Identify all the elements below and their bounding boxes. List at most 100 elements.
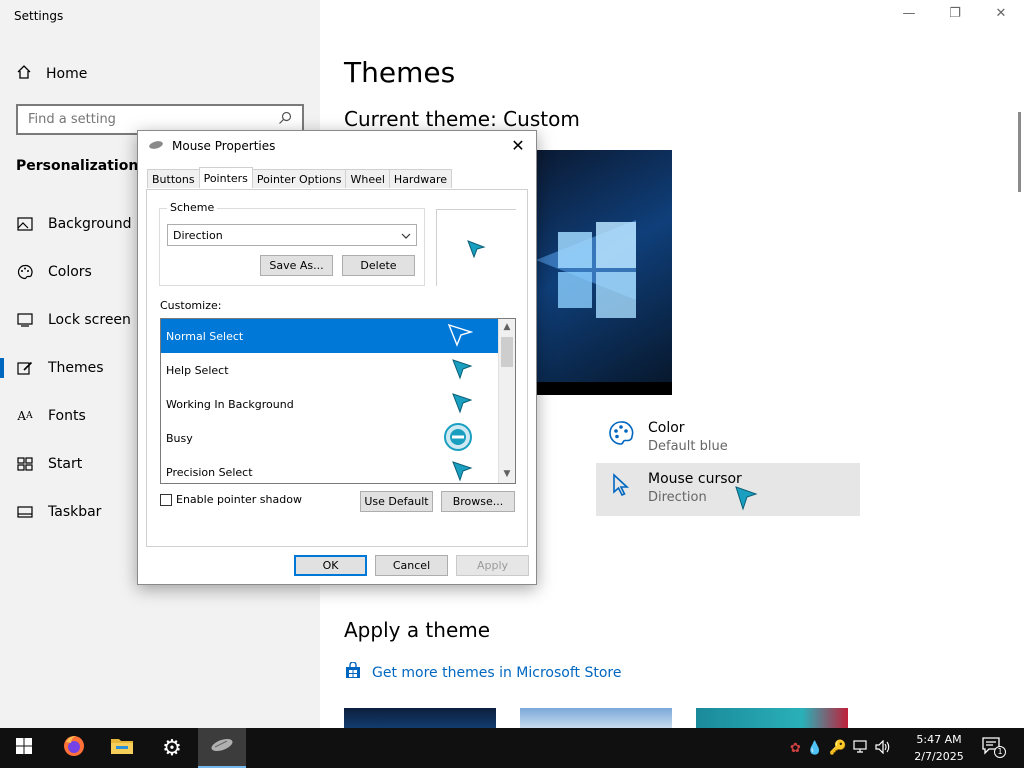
- pointer-list-scrollbar[interactable]: ▲ ▼: [498, 319, 515, 483]
- search-input[interactable]: [28, 112, 258, 127]
- app-title: Settings: [14, 9, 64, 23]
- list-item[interactable]: Busy: [161, 421, 498, 455]
- scrollbar-thumb[interactable]: [501, 337, 513, 367]
- direction-cursor-icon: [734, 485, 758, 515]
- mouse-properties-dialog: Mouse Properties ✕ Buttons Pointers Poin…: [137, 130, 537, 585]
- cursor-icon: [608, 471, 634, 501]
- color-option-value: Default blue: [648, 439, 728, 454]
- color-option-label: Color: [648, 420, 685, 436]
- sidebar-item-label: Background: [48, 216, 132, 232]
- pointer-name: Busy: [166, 431, 193, 445]
- dialog-close-button[interactable]: ✕: [508, 136, 528, 156]
- action-center-button[interactable]: 1: [982, 737, 1006, 759]
- theme-thumbnail-3[interactable]: [696, 708, 848, 728]
- list-item[interactable]: Normal Select: [161, 319, 498, 353]
- dialog-titlebar: Mouse Properties: [148, 139, 275, 153]
- droplet-icon[interactable]: 💧: [807, 741, 823, 756]
- customize-label: Customize:: [160, 299, 222, 312]
- microsoft-store-link[interactable]: Get more themes in Microsoft Store: [344, 661, 622, 684]
- taskbar-settings[interactable]: ⚙: [148, 728, 196, 768]
- delete-button[interactable]: Delete: [342, 255, 415, 276]
- restore-button[interactable]: ❐: [940, 6, 970, 26]
- gear-icon: ⚙: [162, 735, 182, 761]
- tab-buttons[interactable]: Buttons: [147, 169, 200, 188]
- pointer-shadow-checkbox[interactable]: Enable pointer shadow: [160, 493, 302, 506]
- scroll-up-icon[interactable]: ▲: [499, 319, 515, 336]
- list-item[interactable]: Working In Background: [161, 387, 498, 421]
- palette-icon: [16, 263, 34, 281]
- start-grid-icon: [16, 455, 34, 473]
- pointer-name: Precision Select: [166, 465, 253, 479]
- clock-time: 5:47 AM: [916, 733, 962, 746]
- pointers-panel: Scheme Direction Save As... Delete Custo…: [146, 189, 528, 547]
- pointer-name: Normal Select: [166, 329, 244, 343]
- store-icon: [344, 661, 362, 684]
- search-icon[interactable]: [278, 110, 292, 129]
- pointer-name: Working In Background: [166, 397, 294, 411]
- direction-cursor-icon: [447, 323, 474, 350]
- tab-pointers[interactable]: Pointers: [198, 167, 253, 188]
- scheme-label: Scheme: [167, 201, 218, 214]
- brush-icon: [16, 359, 34, 377]
- scheme-dropdown[interactable]: Direction: [167, 224, 417, 246]
- mouse-icon: [148, 139, 164, 153]
- save-as-button[interactable]: Save As...: [260, 255, 333, 276]
- use-default-button[interactable]: Use Default: [360, 491, 433, 512]
- lock-screen-icon: [16, 311, 34, 329]
- theme-preview-image: [536, 150, 672, 395]
- key-icon[interactable]: 🔑: [829, 740, 846, 756]
- busy-cursor-icon: [443, 422, 473, 455]
- cancel-button[interactable]: Cancel: [375, 555, 448, 576]
- list-item[interactable]: Precision Select: [161, 455, 498, 484]
- tab-pointer-options[interactable]: Pointer Options: [251, 169, 347, 188]
- scheme-value: Direction: [173, 228, 223, 242]
- windows-logo-icon: [16, 738, 32, 758]
- checkbox-box[interactable]: [160, 493, 172, 506]
- color-option[interactable]: Color Default blue: [596, 412, 860, 465]
- theme-thumbnail-2[interactable]: [520, 708, 672, 728]
- theme-thumbnail-1[interactable]: [344, 708, 496, 728]
- taskbar-mouse-properties[interactable]: [198, 728, 246, 768]
- mouse-cursor-value: Direction: [648, 490, 707, 505]
- speaker-icon[interactable]: [874, 739, 891, 758]
- minimize-button[interactable]: —: [894, 6, 924, 26]
- apply-button[interactable]: Apply: [456, 555, 529, 576]
- close-button[interactable]: ✕: [986, 6, 1016, 26]
- folder-icon: [110, 736, 134, 760]
- scroll-down-icon[interactable]: ▼: [499, 466, 515, 483]
- ok-button[interactable]: OK: [294, 555, 367, 576]
- dialog-tabs: Buttons Pointers Pointer Options Wheel H…: [147, 167, 453, 189]
- store-link-label: Get more themes in Microsoft Store: [372, 665, 622, 681]
- mouse-icon: [209, 737, 235, 757]
- help-cursor-icon: [451, 358, 473, 383]
- taskbar: ⚙ ✿ 💧 🔑 5:47 AM 2/7/2025 1: [0, 728, 1024, 768]
- page-title: Themes: [344, 56, 456, 89]
- pointer-shadow-label: Enable pointer shadow: [176, 493, 302, 506]
- picture-icon: [16, 215, 34, 233]
- tab-hardware[interactable]: Hardware: [388, 169, 453, 188]
- taskbar-clock[interactable]: 5:47 AM 2/7/2025: [904, 731, 974, 765]
- browse-button[interactable]: Browse...: [441, 491, 515, 512]
- home-label: Home: [46, 66, 88, 82]
- pointer-list[interactable]: Normal Select Help Select Working In Bac…: [160, 318, 516, 484]
- page-scrollbar[interactable]: [1018, 112, 1021, 192]
- taskbar-file-explorer[interactable]: [98, 728, 146, 768]
- system-tray: ✿ 💧 🔑: [790, 728, 891, 768]
- palette-icon: [608, 420, 634, 450]
- monitor-network-icon[interactable]: [852, 739, 869, 758]
- precision-cursor-icon: [451, 460, 473, 484]
- dialog-title: Mouse Properties: [172, 139, 276, 153]
- sidebar-item-label: Lock screen: [48, 312, 131, 328]
- sidebar-item-label: Taskbar: [48, 504, 102, 520]
- section-title: Personalization: [16, 158, 139, 174]
- list-item[interactable]: Help Select: [161, 353, 498, 387]
- clock-date: 2/7/2025: [914, 750, 964, 763]
- tab-wheel[interactable]: Wheel: [345, 169, 390, 188]
- mouse-cursor-option[interactable]: Mouse cursor Direction: [596, 463, 860, 516]
- start-button[interactable]: [0, 728, 48, 768]
- taskbar-firefox[interactable]: [50, 728, 98, 768]
- sidebar-item-label: Themes: [48, 360, 104, 376]
- home-icon: [16, 64, 32, 84]
- home-link[interactable]: Home: [16, 64, 87, 84]
- network-tray-icon[interactable]: ✿: [790, 741, 801, 756]
